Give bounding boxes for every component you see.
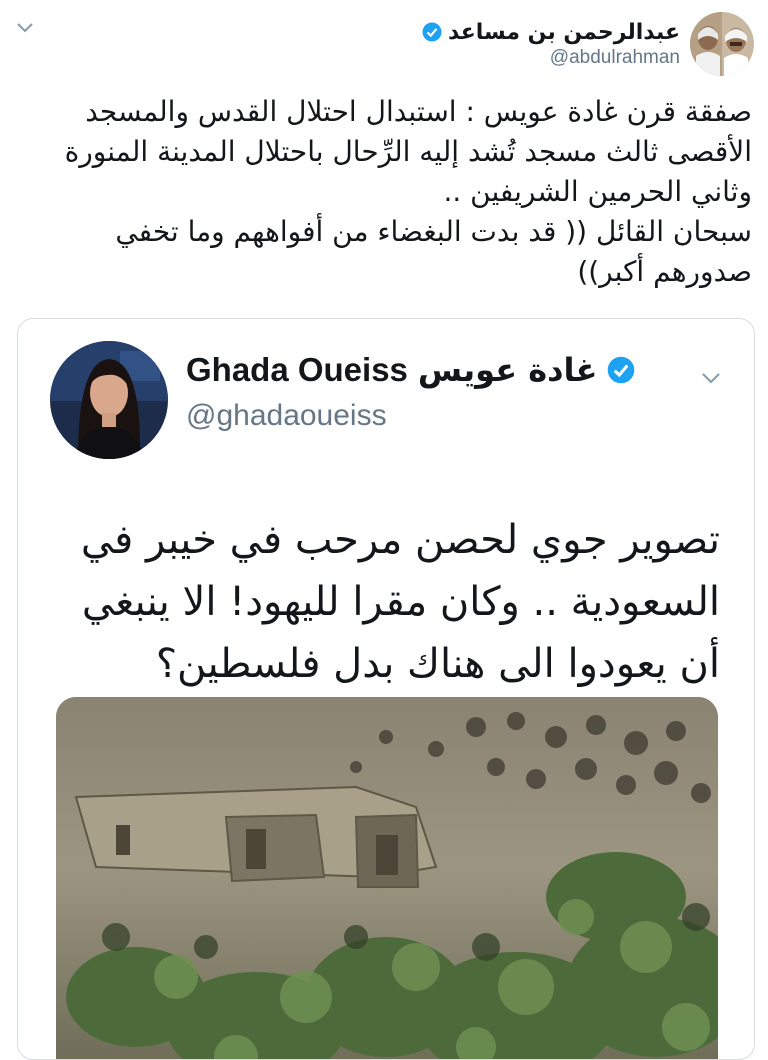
verified-badge-icon xyxy=(607,356,635,384)
quoted-tweet-card[interactable]: Ghada Oueiss غادة عويس @ghadaoueiss تصوي… xyxy=(17,318,755,1060)
author-names: عبدالرحمن بن مساعد @abdulrahman xyxy=(422,20,680,69)
tweet-text: صفقة قرن غادة عويس : استبدال احتلال القد… xyxy=(64,95,752,288)
quoted-tweet-text: تصوير جوي لحصن مرحب في خيبر في السعودية … xyxy=(80,517,720,687)
quoted-tweet-media-image[interactable] xyxy=(56,697,718,1059)
quoted-author-name-ar[interactable]: غادة عويس xyxy=(418,351,598,389)
quoted-tweet-menu-chevron-down-icon[interactable] xyxy=(698,365,724,391)
tweet-menu-chevron-down-icon[interactable] xyxy=(14,16,36,38)
author-avatar[interactable] xyxy=(690,12,754,76)
quoted-author-avatar[interactable] xyxy=(50,341,168,459)
author-display-name[interactable]: عبدالرحمن بن مساعد xyxy=(448,20,680,45)
quoted-author-names: Ghada Oueiss غادة عويس @ghadaoueiss xyxy=(186,351,635,433)
quoted-author-name-en[interactable]: Ghada Oueiss xyxy=(186,351,408,389)
author-handle[interactable]: @abdulrahman xyxy=(550,47,680,69)
quoted-author-handle[interactable]: @ghadaoueiss xyxy=(186,399,635,433)
verified-badge-icon xyxy=(422,22,442,42)
tweet-author[interactable]: عبدالرحمن بن مساعد @abdulrahman xyxy=(422,12,754,76)
